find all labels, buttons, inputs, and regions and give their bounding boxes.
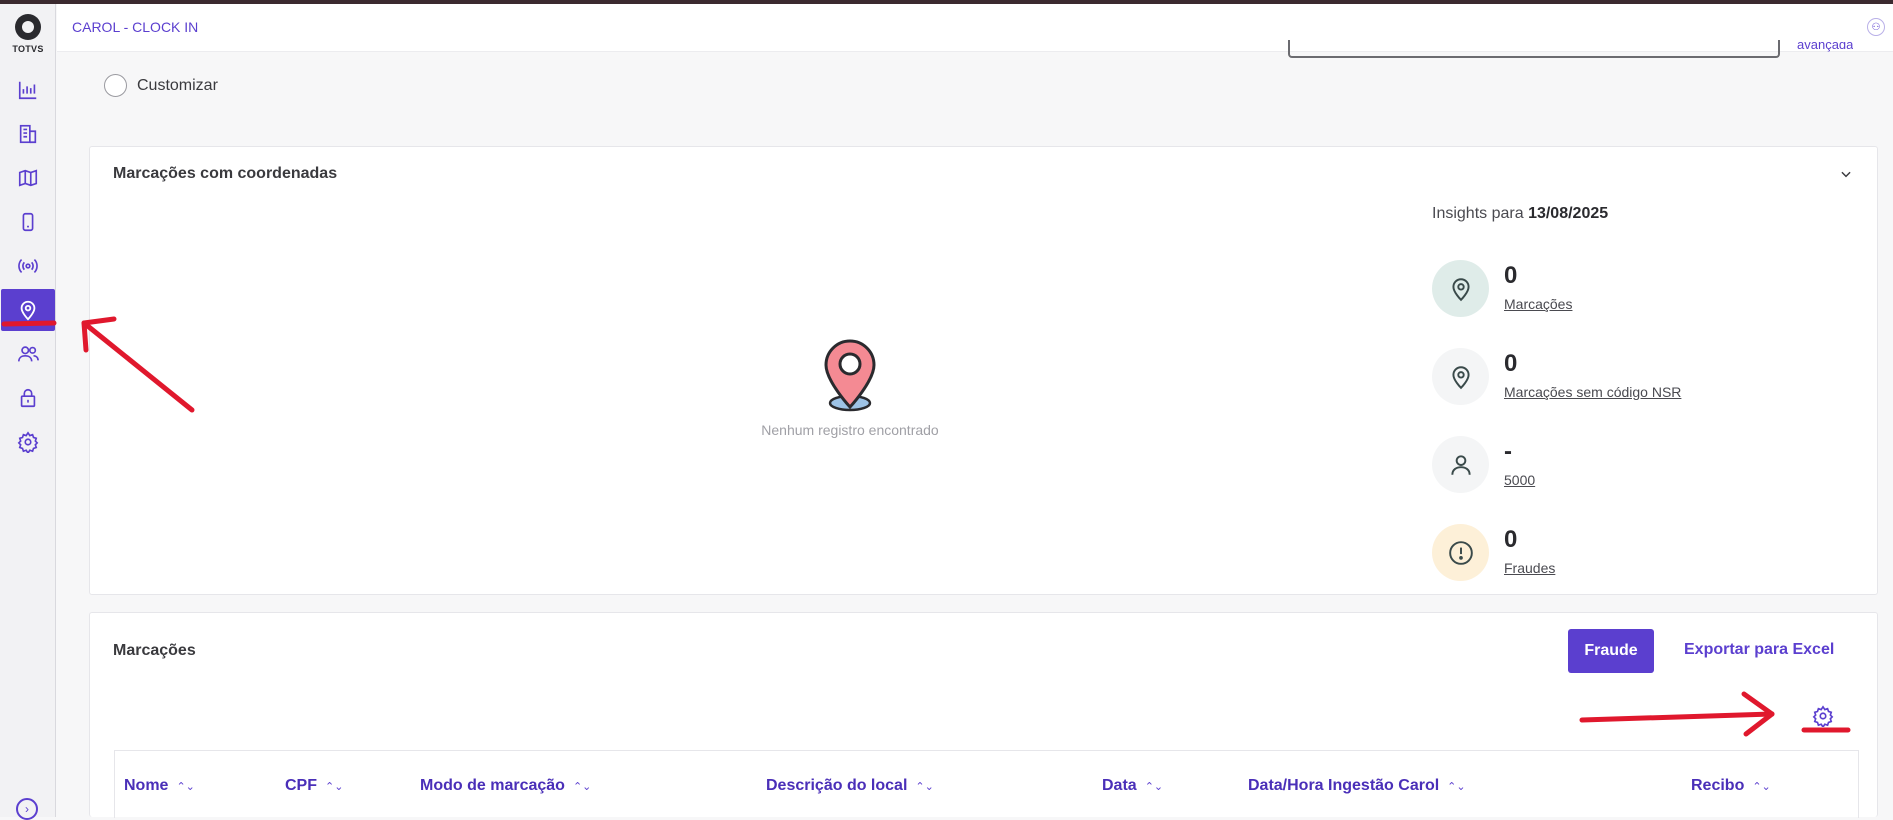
sidebar-item-companies[interactable] bbox=[1, 113, 55, 155]
column-label: Descrição do local bbox=[766, 777, 908, 794]
mobile-icon bbox=[22, 212, 34, 232]
insight-users: - 5000 bbox=[1432, 436, 1832, 496]
brand-name: TOTVS bbox=[12, 44, 44, 54]
column-header-name[interactable]: Nome ⌃⌄ bbox=[124, 777, 195, 795]
advanced-search-input[interactable] bbox=[1288, 40, 1780, 58]
insight-value: 0 bbox=[1504, 262, 1518, 289]
insights-heading: Insights para 13/08/2025 bbox=[1432, 205, 1608, 223]
sort-icon[interactable]: ⌃⌄ bbox=[325, 781, 343, 793]
column-label: Data/Hora Ingestão Carol bbox=[1248, 777, 1440, 794]
insight-link[interactable]: Fraudes bbox=[1504, 560, 1555, 576]
column-label: Nome bbox=[124, 777, 169, 794]
sidebar-item-users[interactable] bbox=[1, 333, 55, 375]
empty-state: Nenhum registro encontrado bbox=[650, 337, 1050, 438]
sidebar-item-settings[interactable] bbox=[1, 421, 55, 463]
column-header-date[interactable]: Data ⌃⌄ bbox=[1102, 777, 1163, 795]
sidebar-item-security[interactable] bbox=[1, 377, 55, 419]
column-header-mode[interactable]: Modo de marcação ⌃⌄ bbox=[420, 777, 591, 795]
insight-link[interactable]: Marcações sem código NSR bbox=[1504, 384, 1681, 400]
sort-icon[interactable]: ⌃⌄ bbox=[1447, 781, 1465, 793]
fraud-button[interactable]: Fraude bbox=[1568, 629, 1654, 673]
bar-chart-icon bbox=[18, 81, 37, 100]
location-pin-icon bbox=[20, 300, 36, 321]
coordinates-card: Marcações com coordenadas Nenhum registr… bbox=[89, 146, 1878, 595]
column-header-cpf[interactable]: CPF ⌃⌄ bbox=[285, 777, 343, 795]
coordinates-card-title: Marcações com coordenadas bbox=[113, 165, 338, 182]
customize-radio[interactable] bbox=[104, 74, 127, 97]
insight-marks-no-nsr: 0 Marcações sem código NSR bbox=[1432, 348, 1832, 408]
marks-card-title: Marcações bbox=[113, 642, 196, 659]
sort-icon[interactable]: ⌃⌄ bbox=[573, 781, 591, 793]
customize-label: Customizar bbox=[137, 76, 218, 94]
sort-icon[interactable]: ⌃⌄ bbox=[1752, 781, 1770, 793]
sidebar-item-map[interactable] bbox=[1, 157, 55, 199]
insight-value: - bbox=[1504, 438, 1512, 465]
user-icon[interactable]: ⚇ bbox=[1867, 18, 1885, 36]
empty-message: Nenhum registro encontrado bbox=[761, 422, 939, 438]
page-title: CAROL - CLOCK IN bbox=[72, 19, 199, 35]
insight-marks: 0 Marcações bbox=[1432, 260, 1832, 320]
insight-link[interactable]: 5000 bbox=[1504, 472, 1535, 488]
map-pin-icon bbox=[824, 339, 876, 412]
column-header-ingestion[interactable]: Data/Hora Ingestão Carol ⌃⌄ bbox=[1248, 777, 1466, 795]
insight-value: 0 bbox=[1504, 526, 1518, 553]
chevron-down-icon[interactable] bbox=[1839, 167, 1853, 186]
sort-icon[interactable]: ⌃⌄ bbox=[1145, 781, 1163, 793]
insights-prefix: Insights para bbox=[1432, 205, 1524, 222]
location-pin-icon bbox=[1432, 348, 1489, 405]
totvs-logo[interactable]: TOTVS bbox=[0, 12, 56, 62]
gear-icon[interactable] bbox=[1812, 705, 1834, 732]
column-header-receipt[interactable]: Recibo ⌃⌄ bbox=[1691, 777, 1771, 795]
sort-icon[interactable]: ⌃⌄ bbox=[915, 781, 933, 793]
sidebar-item-broadcast[interactable] bbox=[1, 245, 55, 287]
column-header-location[interactable]: Descrição do local ⌃⌄ bbox=[766, 777, 934, 795]
map-icon bbox=[18, 169, 38, 187]
location-pin-icon bbox=[1432, 260, 1489, 317]
export-excel-link[interactable]: Exportar para Excel bbox=[1684, 641, 1834, 659]
marks-card: Marcações Fraude Exportar para Excel Nom… bbox=[89, 612, 1878, 818]
sidebar: TOTVS › bbox=[0, 4, 56, 820]
column-label: Recibo bbox=[1691, 777, 1745, 794]
sort-icon[interactable]: ⌃⌄ bbox=[176, 781, 194, 793]
sidebar-item-devices[interactable] bbox=[1, 201, 55, 243]
marks-table-header: Nome ⌃⌄ CPF ⌃⌄ Modo de marcação ⌃⌄ Descriçã… bbox=[114, 750, 1859, 818]
totvs-logo-icon bbox=[15, 14, 41, 40]
alert-circle-icon bbox=[1432, 524, 1489, 581]
insight-frauds: 0 Fraudes bbox=[1432, 524, 1832, 584]
user-icon bbox=[1432, 436, 1489, 493]
customize-option[interactable]: Customizar bbox=[104, 74, 218, 97]
sidebar-item-dashboard[interactable] bbox=[1, 69, 55, 111]
building-icon bbox=[19, 124, 37, 144]
column-label: CPF bbox=[285, 777, 317, 794]
insights-date: 13/08/2025 bbox=[1528, 205, 1609, 222]
column-label: Modo de marcação bbox=[420, 777, 565, 794]
column-label: Data bbox=[1102, 777, 1137, 794]
lock-icon bbox=[20, 388, 36, 408]
insight-link[interactable]: Marcações bbox=[1504, 296, 1572, 312]
broadcast-icon bbox=[18, 259, 38, 273]
advanced-search-link[interactable]: avançada bbox=[1797, 42, 1853, 56]
insight-value: 0 bbox=[1504, 350, 1518, 377]
gear-icon bbox=[17, 431, 39, 453]
users-icon bbox=[18, 346, 39, 362]
sidebar-item-locations[interactable] bbox=[1, 289, 55, 331]
